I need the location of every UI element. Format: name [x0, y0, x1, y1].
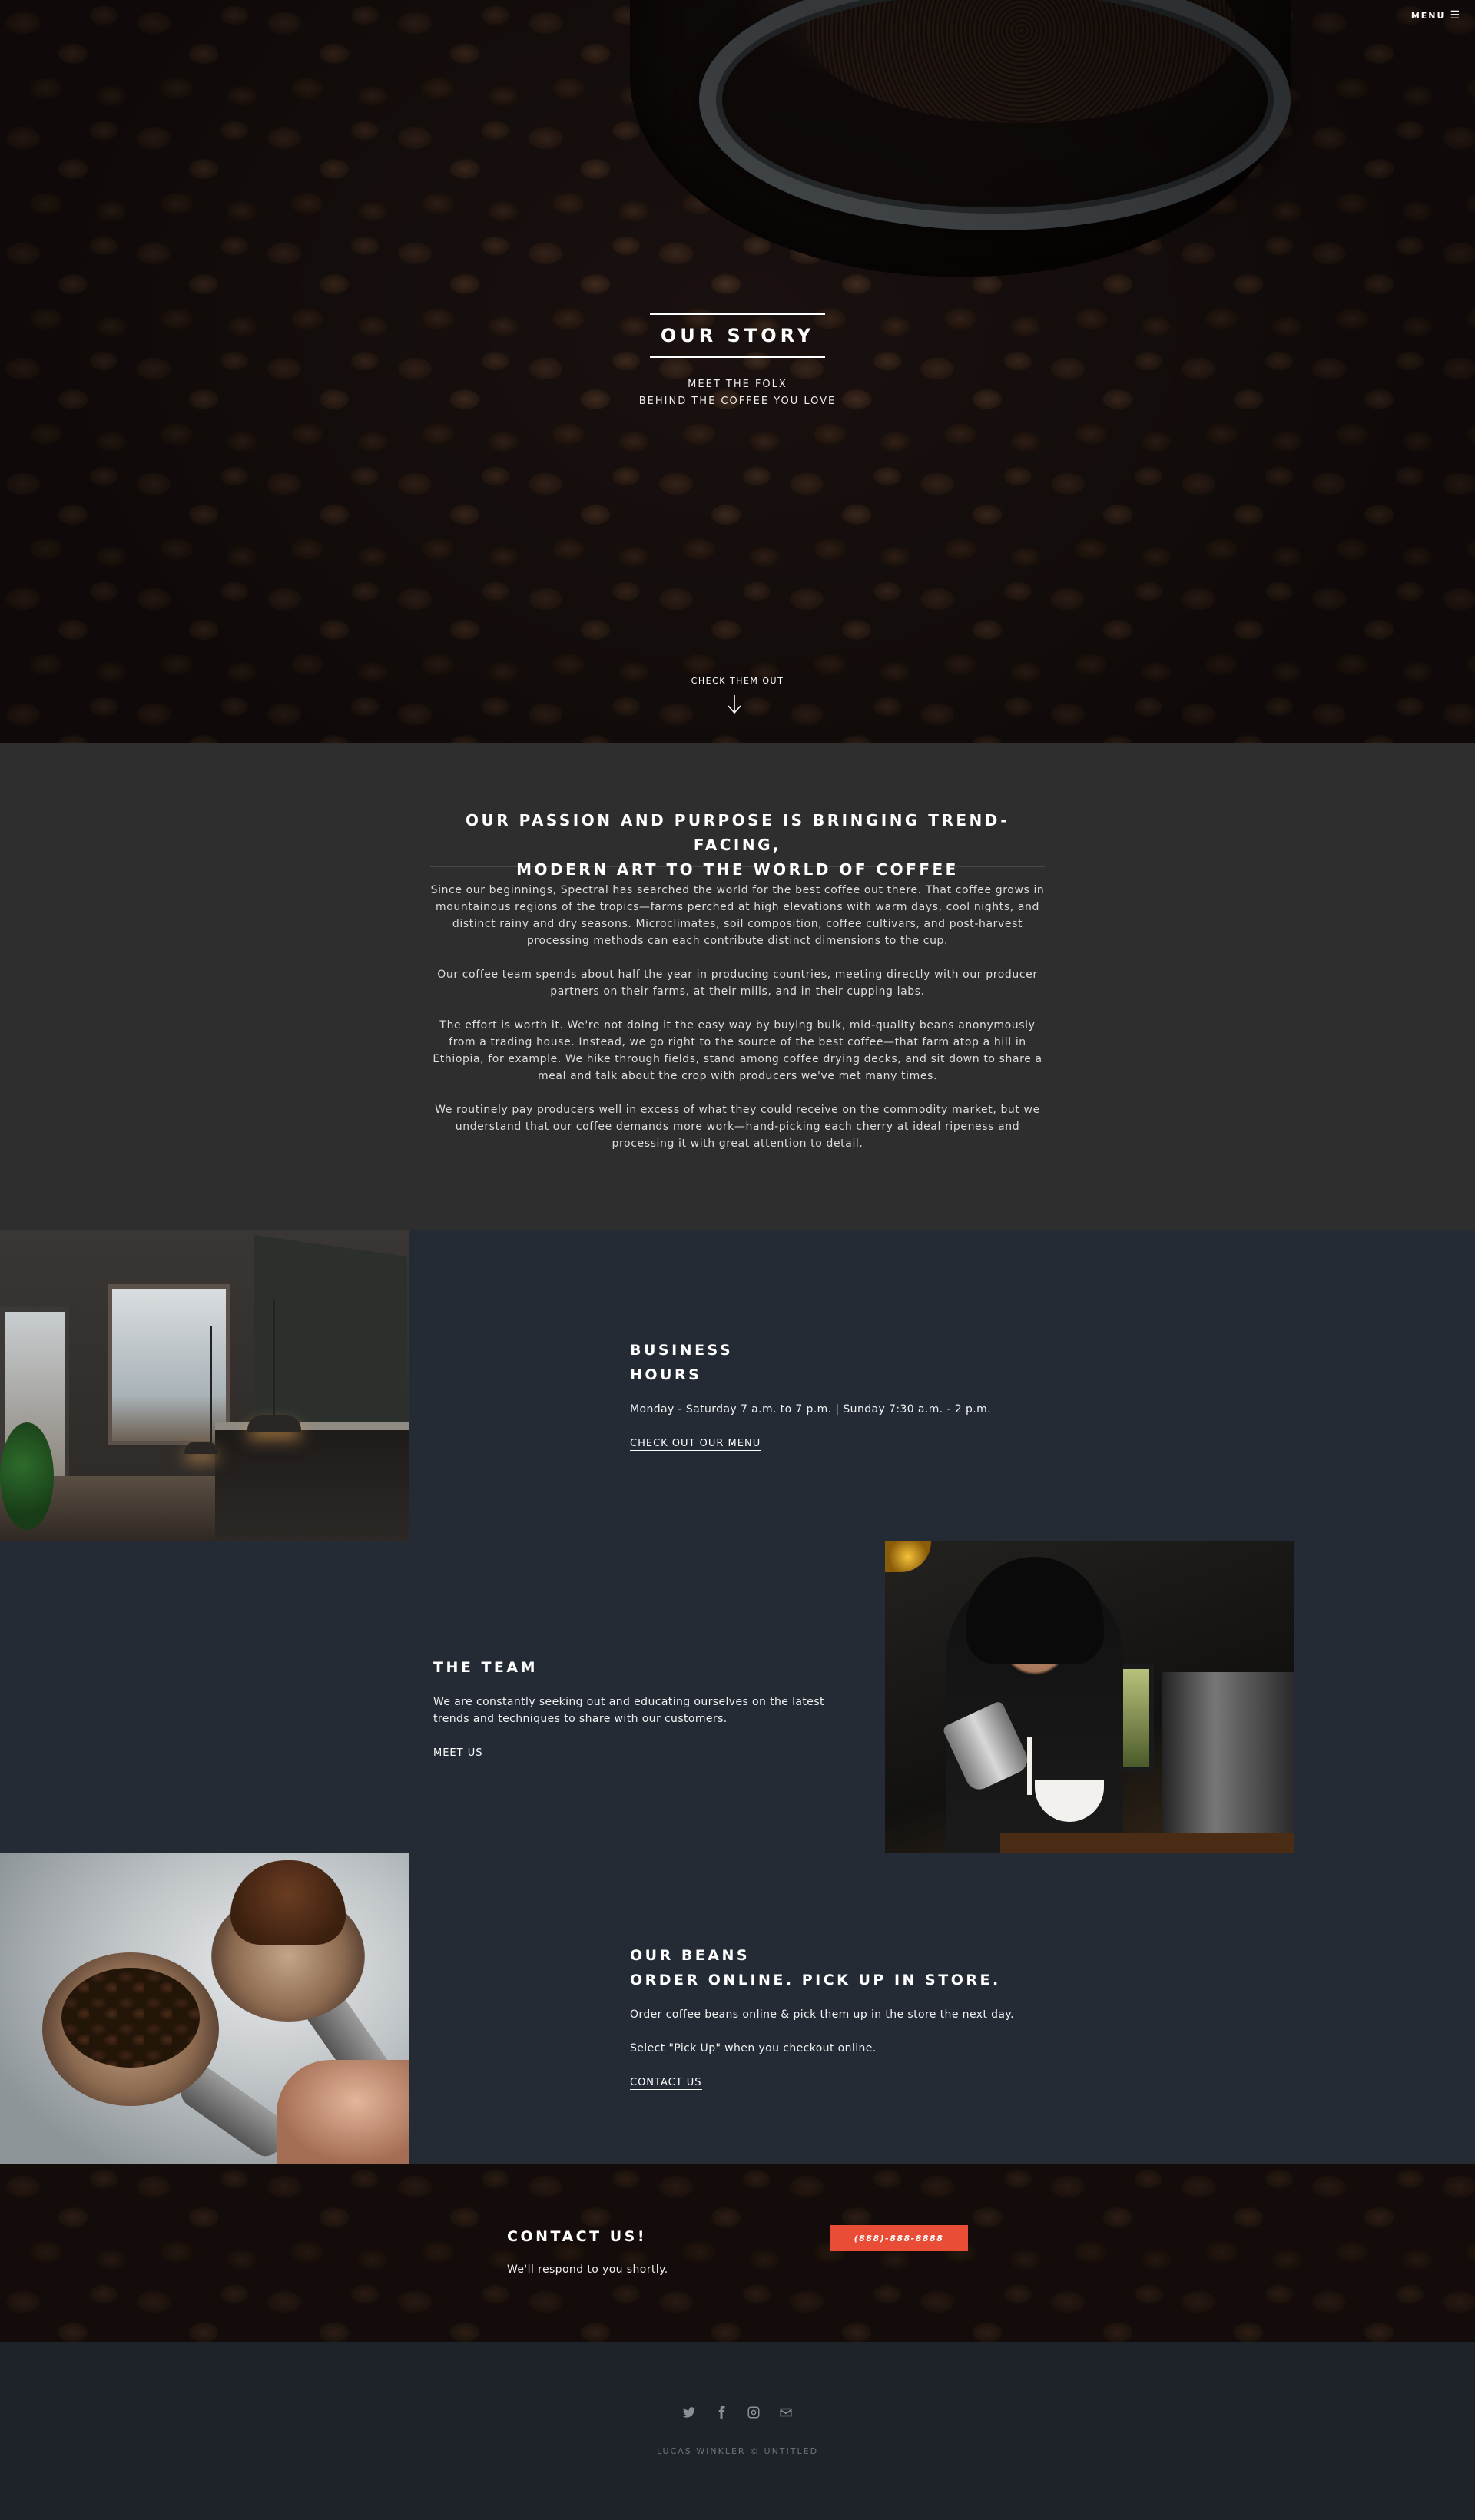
hero-overlay [0, 0, 1475, 743]
spotlight-title-line2: ORDER ONLINE. PICK UP IN STORE. [630, 1972, 1001, 1989]
cafe-plant [0, 1422, 54, 1530]
espresso-machine [1162, 1672, 1294, 1853]
spotlight-title-line2: HOURS [630, 1366, 702, 1383]
copyright: LUCAS WINKLER © UNTITLED [656, 2446, 819, 2456]
spotlight-title-line1: BUSINESS [630, 1342, 734, 1359]
instagram-icon[interactable] [747, 2406, 761, 2419]
order-online-text: Order coffee beans online & pick them up… [630, 2008, 1014, 2021]
beans-in-basket [61, 1968, 200, 2068]
hero-subtitle: MEET THE FOLX BEHIND THE COFFEE YOU LOVE [584, 376, 891, 410]
contact-cta: CONTACT US! We'll respond to you shortly… [0, 2164, 1475, 2342]
intro-heading-line1: OUR PASSION AND PURPOSE IS BRINGING TREN… [465, 811, 1010, 854]
hamburger-icon: ☰ [1450, 9, 1461, 22]
facebook-icon[interactable] [714, 2406, 728, 2419]
scroll-down-link[interactable]: CHECK THEM OUT [661, 676, 814, 686]
team-text: We are constantly seeking out and educat… [433, 1696, 824, 1725]
intro-paragraph: The effort is worth it. We're not doing … [433, 1019, 1042, 1082]
menu-button[interactable]: MENU ☰ [1411, 9, 1461, 22]
intro-heading-line2: MODERN ART TO THE WORLD OF COFFEE [516, 860, 959, 879]
hero-banner: MENU ☰ OUR STORY MEET THE FOLX BEHIND THE… [0, 0, 1475, 743]
pendant-lamp [184, 1326, 218, 1454]
menu-label: MENU [1410, 11, 1446, 21]
spotlight-content: BUSINESS HOURS Monday - Saturday 7 a.m. … [630, 1338, 1106, 1451]
intro-body: Since our beginnings, Spectral has searc… [427, 882, 1048, 1169]
hand [277, 2060, 409, 2164]
footer: LUCAS WINKLER © UNTITLED [0, 2342, 1475, 2520]
social-links [682, 2403, 793, 2422]
phone-button[interactable]: (888)-888-8888 [830, 2225, 968, 2251]
hours-text: Monday - Saturday 7 a.m. to 7 p.m. | Sun… [630, 1403, 991, 1416]
cafe-interior-image [0, 1230, 409, 1541]
email-icon[interactable] [779, 2406, 793, 2419]
spotlight-title-line1: OUR BEANS [630, 1947, 751, 1964]
cafe-window [108, 1284, 230, 1445]
spotlight-content: THE TEAM We are constantly seeking out a… [433, 1655, 833, 1760]
twitter-icon[interactable] [682, 2406, 696, 2419]
cta-title: CONTACT US! [507, 2228, 647, 2245]
barista-image [885, 1541, 1294, 1853]
meet-us-link[interactable]: MEET US [433, 1747, 483, 1760]
pendant-lamp [247, 1300, 301, 1432]
arrow-down-icon[interactable] [727, 694, 742, 714]
intro-paragraph: We routinely pay producers well in exces… [435, 1104, 1040, 1150]
spotlight-content: OUR BEANS ORDER ONLINE. PICK UP IN STORE… [630, 1943, 1106, 2090]
intro-divider [430, 866, 1045, 867]
page-title: OUR STORY [660, 325, 815, 346]
cafe-counter [215, 1422, 409, 1541]
spotlight-beans: OUR BEANS ORDER ONLINE. PICK UP IN STORE… [0, 1853, 1475, 2164]
spotlight-team: THE TEAM We are constantly seeking out a… [0, 1541, 1475, 1853]
ground-coffee [230, 1860, 346, 1945]
hero-subtitle-line1: MEET THE FOLX [688, 379, 787, 390]
intro-section: OUR PASSION AND PURPOSE IS BRINGING TREN… [0, 743, 1475, 1230]
hero-subtitle-line2: BEHIND THE COFFEE YOU LOVE [638, 396, 837, 407]
spotlight-title: THE TEAM [433, 1659, 539, 1676]
cta-text: We'll respond to you shortly. [507, 2263, 668, 2276]
contact-us-link[interactable]: CONTACT US [630, 2077, 702, 2090]
ceiling-light [885, 1541, 931, 1572]
spotlight-title: OUR BEANS ORDER ONLINE. PICK UP IN STORE… [630, 1943, 1106, 1992]
barista-hair [966, 1557, 1104, 1664]
intro-paragraph: Our coffee team spends about half the ye… [437, 969, 1038, 998]
menu-link[interactable]: CHECK OUT OUR MENU [630, 1438, 761, 1451]
intro-paragraph: Since our beginnings, Spectral has searc… [430, 884, 1045, 947]
wood-counter [1000, 1833, 1294, 1853]
cta-overlay [0, 2164, 1475, 2342]
portafilter-image [0, 1853, 409, 2164]
milk-stream [1027, 1737, 1032, 1795]
spotlight-title: BUSINESS HOURS [630, 1338, 1106, 1387]
pickup-note-text: Select "Pick Up" when you checkout onlin… [630, 2042, 877, 2055]
intro-heading: OUR PASSION AND PURPOSE IS BRINGING TREN… [430, 808, 1045, 882]
spotlight-business-hours: BUSINESS HOURS Monday - Saturday 7 a.m. … [0, 1230, 1475, 1541]
hero-title-frame: OUR STORY [650, 313, 825, 358]
